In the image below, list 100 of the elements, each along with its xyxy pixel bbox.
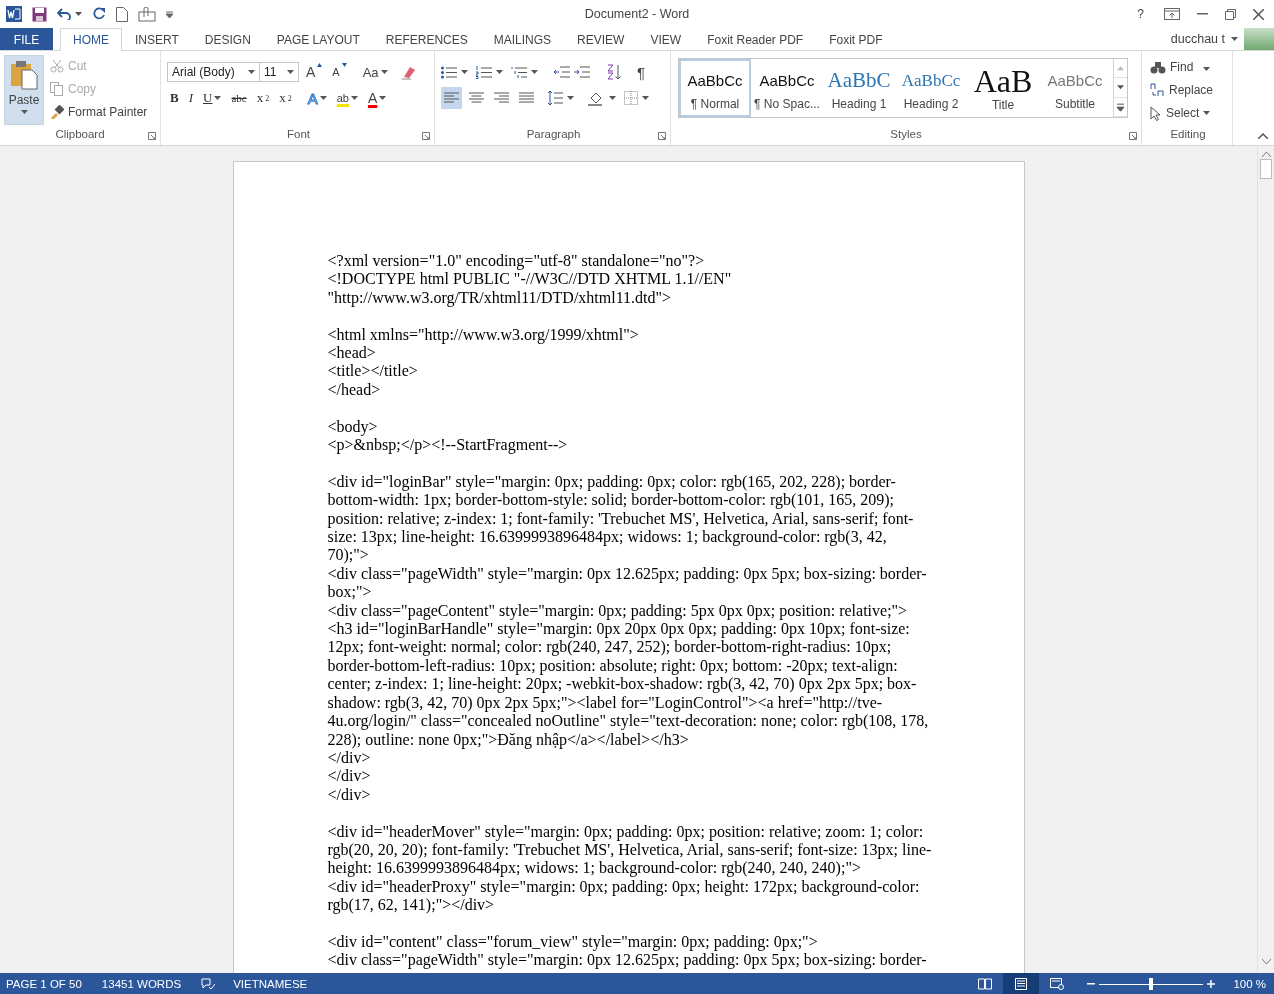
account-name[interactable]: ducchau t [1170, 32, 1225, 46]
text-format-button[interactable]: I [185, 87, 196, 109]
caret-icon [248, 70, 255, 74]
style-gallery-item[interactable]: AaBbCc Subtitle [1039, 59, 1111, 117]
align-right-icon [494, 92, 509, 104]
find-button[interactable]: Find [1148, 58, 1228, 76]
format-painter-button[interactable]: Format Painter [48, 103, 150, 121]
paste-button[interactable]: Paste [4, 55, 44, 125]
select-button[interactable]: Select [1148, 104, 1228, 122]
undo-icon[interactable] [57, 8, 72, 20]
align-center-icon [469, 92, 484, 104]
line-spacing-icon[interactable] [547, 91, 563, 105]
highlight-button[interactable]: ab [333, 87, 361, 109]
attachment-icon[interactable] [138, 6, 156, 22]
zoom-slider-thumb[interactable] [1149, 978, 1154, 990]
proofing-icon[interactable] [201, 977, 216, 991]
ribbon-tab[interactable]: Foxit PDF [816, 28, 896, 50]
grow-font-button[interactable]: A [303, 61, 326, 83]
document-paragraph: <div class="pageWidth" style="margin: 0px 12.625px; padding: 0px 5px; box-sizing: border- [327, 951, 928, 970]
redo-icon[interactable] [92, 7, 106, 21]
bullets-icon[interactable] [441, 65, 457, 79]
style-gallery-item[interactable]: AaBbCc ¶ No Spac... [751, 59, 823, 117]
dialog-launcher-icon[interactable] [658, 132, 666, 140]
ribbon-tab[interactable]: INSERT [122, 28, 192, 50]
style-gallery-item[interactable]: AaBbCc ¶ Normal [679, 59, 751, 117]
paste-caret-icon [20, 110, 28, 114]
caret-icon [531, 70, 538, 74]
document-paragraph: <div id="loginBar" style="margin: 0px; padding: 0px; color: rgb(165, 202, 228); border-bottom-width: 1px; border-bottom-style: solid; border-bottom-color: rgb(101, 165, 209); position: relative; z-index: 1; font-family: 'Trebuchet MS', Helvetica, Arial, sans-serif; font-size: 13px; line-height: 16.6399993896484px; widows: 1; background-color: rgb(3, 42, 70);"> [327, 472, 915, 565]
style-gallery-item[interactable]: AaB Title [967, 59, 1039, 117]
word-count[interactable]: 13451 WORDS [101, 978, 182, 990]
style-gallery-item[interactable]: AaBbC Heading 1 [823, 59, 895, 117]
increase-indent-icon[interactable] [574, 66, 590, 78]
sort-icon[interactable] [606, 64, 622, 80]
text-format-button[interactable]: B [167, 87, 182, 109]
ribbon-tab[interactable]: REVIEW [564, 28, 638, 50]
text-format-button[interactable]: U [200, 87, 225, 109]
document-paragraph: </div> [327, 748, 372, 768]
group-label: Paragraph [525, 127, 582, 142]
show-formatting-marks-button[interactable]: ¶ [634, 61, 649, 83]
collapse-ribbon-icon[interactable] [1258, 133, 1268, 139]
change-case-button[interactable]: Aa [359, 61, 391, 83]
numbering-icon[interactable] [476, 65, 492, 79]
print-layout-icon[interactable] [1003, 973, 1040, 994]
clipboard-icon [10, 60, 38, 90]
dialog-launcher-icon[interactable] [148, 132, 156, 140]
font-name-field[interactable]: Arial (Body) [167, 62, 260, 82]
file-tab[interactable]: FILE [0, 28, 53, 50]
shrink-font-button[interactable]: A [329, 61, 350, 83]
document-paragraph: <html xmlns="http://www.w3.org/1999/xhtml"> [327, 325, 640, 344]
ribbon-tab[interactable]: MAILINGS [480, 28, 565, 50]
window-title: Document2 - Word [584, 7, 690, 21]
document-paragraph: <?xml version="1.0" encoding="utf-8" standalone="no"?> [327, 252, 706, 271]
group-label: Styles [889, 127, 923, 142]
caret-icon [609, 96, 616, 100]
ribbon-tab[interactable]: REFERENCES [372, 28, 481, 50]
group-label: Editing [1169, 127, 1207, 142]
zoom-in-icon[interactable] [1207, 980, 1216, 988]
document-paragraph: </div> [327, 767, 372, 786]
dialog-launcher-icon[interactable] [422, 132, 430, 140]
close-icon[interactable] [1253, 8, 1264, 20]
clear-formatting-icon[interactable] [400, 64, 417, 80]
ribbon-tab[interactable]: DESIGN [191, 28, 264, 50]
document-paragraph: </head> [327, 380, 382, 400]
scroll-up-icon[interactable] [1261, 151, 1271, 157]
new-document-icon[interactable] [116, 6, 128, 22]
replace-button[interactable]: Replace [1148, 81, 1228, 99]
triangle-down-icon [341, 63, 347, 67]
document-paragraph: <div class="pageContent" style="margin: 0px; padding: 5px 0px 0px; position: relative;"> [327, 601, 909, 621]
help-button[interactable]: ? [1134, 3, 1147, 25]
multilevel-list-icon[interactable] [511, 65, 527, 79]
caret-icon [380, 70, 388, 74]
text-format-button[interactable]: abc [228, 87, 250, 109]
zoom-level[interactable]: 100 % [1233, 978, 1266, 990]
restore-icon[interactable] [1225, 8, 1236, 20]
style-gallery-item[interactable]: AaBbCc Heading 2 [895, 59, 967, 117]
scroll-down-icon[interactable] [1261, 959, 1271, 965]
ribbon-tab[interactable]: VIEW [637, 28, 695, 50]
ribbon-tab[interactable]: Foxit Reader PDF [694, 28, 817, 50]
document-paragraph: <div id="content" class="forum_view" style="margin: 0px; padding: 0px;"> [327, 932, 819, 952]
shading-icon[interactable] [588, 90, 605, 106]
triangle-up-icon [317, 63, 323, 67]
ribbon-tab[interactable]: HOME [60, 28, 122, 51]
scrollbar-thumb[interactable] [1260, 159, 1272, 179]
document-paragraph: <head> [327, 344, 377, 363]
ribbon-tab[interactable]: PAGE LAYOUT [263, 28, 373, 50]
caret-icon [214, 96, 222, 100]
page-count[interactable]: PAGE 1 OF 50 [6, 978, 82, 990]
font-size-field[interactable]: 11 [259, 62, 299, 82]
save-icon[interactable] [32, 6, 47, 22]
document-paragraph: <div id="headerProxy" style="margin: 0px; padding: 0px; height: 172px; background-color: rgb(17, 62, 141);"></div> [327, 877, 921, 915]
dialog-launcher-icon[interactable] [1129, 132, 1137, 140]
language-indicator[interactable]: VIETNAMESE [233, 978, 308, 990]
word-app-icon[interactable] [6, 6, 22, 22]
font-color-button[interactable]: A [364, 87, 390, 109]
minimize-icon[interactable] [1197, 13, 1208, 15]
caret-icon [379, 96, 387, 100]
decrease-indent-icon[interactable] [554, 66, 570, 78]
group-label: Font [286, 127, 311, 142]
customize-toolbar-icon[interactable] [166, 10, 173, 18]
ribbon-display-options-icon[interactable] [1164, 8, 1180, 20]
